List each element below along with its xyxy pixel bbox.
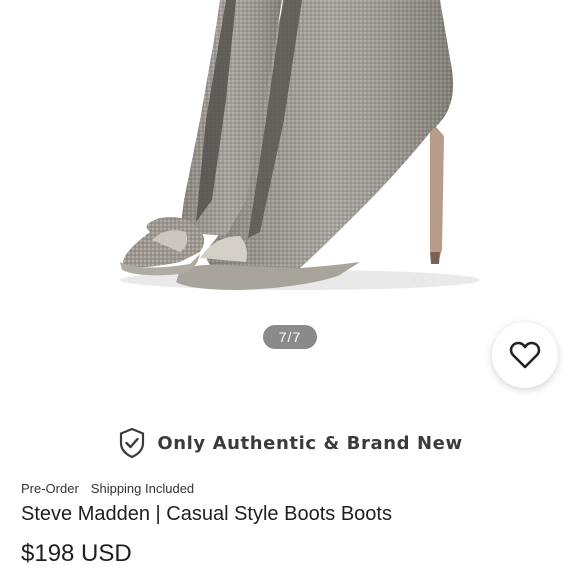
product-image[interactable] <box>0 0 580 320</box>
authenticity-banner: Only Authentic & Brand New <box>0 424 580 462</box>
favorite-button[interactable] <box>492 322 558 388</box>
heart-icon <box>509 341 541 369</box>
product-tags: Pre-Order Shipping Included <box>21 479 194 497</box>
shipping-tag: Shipping Included <box>90 480 195 496</box>
shield-check-icon <box>117 427 147 459</box>
product-page: 7/7 Only Authentic & Brand New Pre-Order… <box>0 0 580 580</box>
image-gallery[interactable]: 7/7 <box>0 0 580 400</box>
image-pager: 7/7 <box>263 325 317 349</box>
product-price: $198 USD <box>21 540 132 567</box>
product-title: Steve Madden | Casual Style Boots Boots <box>21 503 392 525</box>
pre-order-tag: Pre-Order <box>21 480 79 496</box>
authenticity-text: Only Authentic & Brand New <box>157 432 463 454</box>
